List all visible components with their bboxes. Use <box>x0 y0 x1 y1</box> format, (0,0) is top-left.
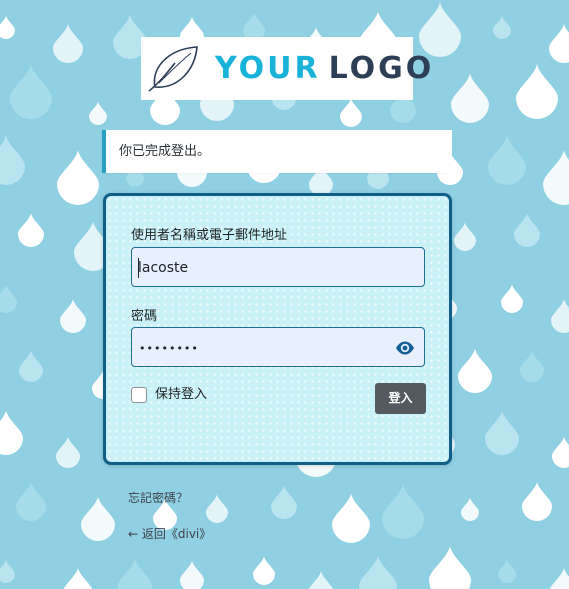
water-drop <box>488 135 526 185</box>
water-drop <box>0 135 25 185</box>
water-drop <box>89 101 107 125</box>
water-drop <box>0 559 15 583</box>
logo-word-logo: LOGO <box>328 51 435 86</box>
back-to-site-link[interactable]: ← 返回《divi》 <box>128 526 211 542</box>
logo-word-your: YOUR <box>215 51 321 86</box>
login-form: 使用者名稱或電子郵件地址 lacoste 密碼 •••••••• 保持登入 登入 <box>103 193 452 465</box>
water-drop <box>81 496 115 541</box>
water-drop <box>454 222 476 251</box>
water-drop <box>359 555 397 589</box>
lost-password-link[interactable]: 忘記密碼？ <box>128 490 188 506</box>
password-label: 密碼 <box>131 309 158 324</box>
water-drop <box>10 64 52 119</box>
remember-me[interactable]: 保持登入 <box>131 385 271 405</box>
water-drop <box>332 493 370 543</box>
water-drop <box>16 482 46 521</box>
notice-message: 你已完成登出。 <box>119 144 211 159</box>
water-drop <box>53 24 83 63</box>
username-field[interactable]: lacoste <box>131 247 425 287</box>
water-drop <box>0 410 23 455</box>
water-drop <box>0 15 15 39</box>
remember-me-checkbox[interactable] <box>131 387 147 403</box>
water-drop <box>501 284 523 313</box>
water-drop <box>118 558 152 589</box>
password-field[interactable]: •••••••• <box>131 327 425 367</box>
water-drop <box>458 348 492 393</box>
water-drop <box>514 213 540 247</box>
water-drop <box>271 485 297 519</box>
water-drop <box>552 436 569 468</box>
water-drop <box>0 284 17 313</box>
eye-icon <box>396 341 414 355</box>
water-drop <box>382 484 424 539</box>
water-drop <box>18 213 44 247</box>
username-value: lacoste <box>138 260 189 276</box>
water-drop <box>429 546 471 589</box>
login-button[interactable]: 登入 <box>375 383 426 414</box>
water-drop <box>180 560 204 589</box>
water-drop <box>498 559 516 583</box>
water-drop <box>19 350 43 382</box>
site-logo[interactable]: YOUR LOGO <box>141 37 431 100</box>
leaf-icon <box>148 46 198 92</box>
remember-me-label[interactable]: 保持登入 <box>155 386 207 403</box>
water-drop <box>253 556 275 585</box>
logo-text: YOUR LOGO <box>215 49 434 89</box>
water-drop <box>340 98 362 127</box>
water-drop <box>63 568 93 589</box>
water-drop <box>485 410 519 455</box>
water-drop <box>516 64 558 119</box>
username-label: 使用者名稱或電子郵件地址 <box>131 228 288 243</box>
logout-notice: 你已完成登出。 <box>102 130 452 173</box>
water-drop <box>206 494 228 523</box>
water-drop <box>308 571 334 589</box>
show-password-button[interactable] <box>394 337 416 359</box>
water-drop <box>551 299 569 333</box>
water-drop <box>543 150 569 205</box>
water-drop <box>60 299 86 333</box>
water-drop <box>56 436 80 468</box>
water-drop <box>493 15 511 39</box>
water-drop <box>520 350 544 382</box>
water-drop <box>57 150 99 205</box>
water-drop <box>522 482 552 521</box>
water-drop <box>461 497 479 521</box>
water-drop <box>451 73 489 123</box>
password-value: •••••••• <box>139 342 199 355</box>
water-drop <box>549 24 569 63</box>
water-drop <box>549 568 569 589</box>
